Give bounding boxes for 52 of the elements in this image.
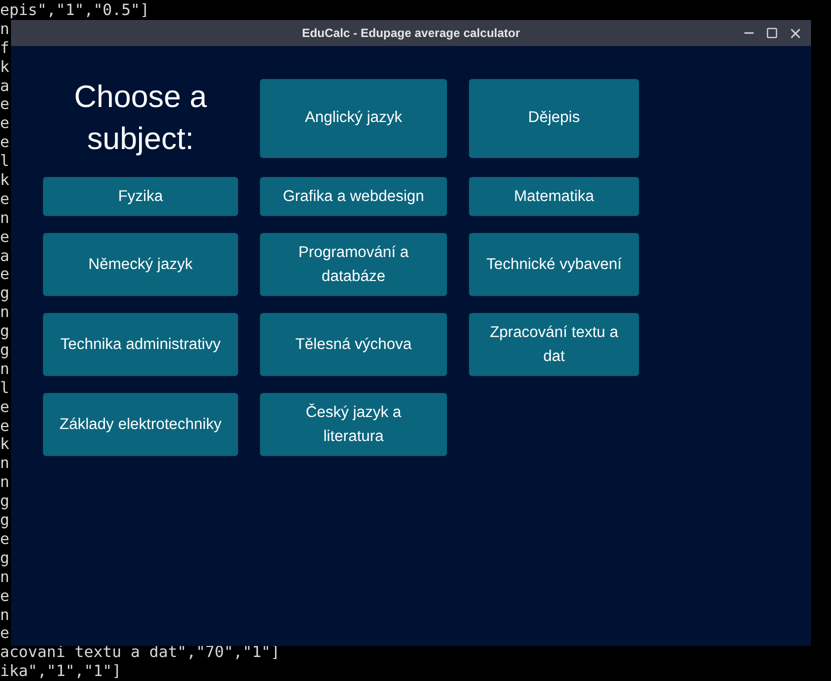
subject-button[interactable]: Grafika a webdesign xyxy=(260,177,447,216)
terminal-text: e xyxy=(0,530,10,548)
subject-button[interactable]: Dějepis xyxy=(469,78,639,158)
terminal-text: n xyxy=(0,473,10,492)
terminal-text: k xyxy=(0,435,10,454)
terminal-text: n xyxy=(0,454,10,472)
terminal-text: n xyxy=(0,360,10,378)
subject-button[interactable]: Technické vybavení xyxy=(469,233,639,296)
subject-button[interactable]: Zpracování textu a dat xyxy=(469,313,639,376)
subject-button[interactable]: Matematika xyxy=(469,177,639,216)
subject-button[interactable]: Německý jazyk xyxy=(43,233,238,296)
subject-button[interactable]: Programování a databáze xyxy=(260,233,447,296)
terminal-text: n xyxy=(0,568,10,586)
subject-button[interactable]: Anglický jazyk xyxy=(260,78,447,158)
terminal-text: g xyxy=(0,284,10,302)
terminal-text: n xyxy=(0,20,10,38)
terminal-text: e xyxy=(0,624,10,642)
window-title: EduCalc - Edupage average calculator xyxy=(302,26,520,40)
subject-button[interactable]: Český jazyk a literatura xyxy=(260,393,447,456)
terminal-text: k xyxy=(0,58,10,76)
terminal-text: e xyxy=(0,114,10,132)
terminal-text: n xyxy=(0,606,10,624)
terminal-text: n xyxy=(0,303,10,322)
terminal-text: g xyxy=(0,511,10,530)
terminal-text: n xyxy=(0,208,10,227)
terminal-text: epis","1","0.5"] xyxy=(0,1,150,19)
terminal-text: e xyxy=(0,586,10,605)
terminal-text: g xyxy=(0,322,10,340)
terminal-text: a xyxy=(0,76,10,95)
terminal-text: ika","1","1"] xyxy=(0,662,122,680)
terminal-text: a xyxy=(0,246,10,265)
terminal-text: e xyxy=(0,398,10,416)
terminal-text: e xyxy=(0,265,10,284)
subject-button[interactable]: Základy elektrotechniky xyxy=(43,393,238,456)
terminal-text: g xyxy=(0,548,10,567)
terminal-text: e xyxy=(0,416,10,435)
terminal-text: e xyxy=(0,95,10,114)
subject-button[interactable]: Fyzika xyxy=(43,177,238,216)
terminal-text: k xyxy=(0,171,10,190)
terminal-text: g xyxy=(0,341,10,360)
terminal-text: e xyxy=(0,190,10,208)
terminal-text: e xyxy=(0,133,10,152)
terminal-text: l xyxy=(0,152,10,170)
terminal-text: f xyxy=(0,38,10,57)
subject-button[interactable]: Tělesná výchova xyxy=(260,313,447,376)
terminal-text: e xyxy=(0,228,10,246)
heading: Choose a subject: xyxy=(73,78,208,158)
terminal-text: g xyxy=(0,492,10,510)
terminal-text: acovani textu a dat","70","1"] xyxy=(0,643,280,662)
terminal-text: l xyxy=(0,378,10,397)
maximize-icon[interactable] xyxy=(766,27,778,39)
subject-button[interactable]: Technika administrativy xyxy=(43,313,238,376)
